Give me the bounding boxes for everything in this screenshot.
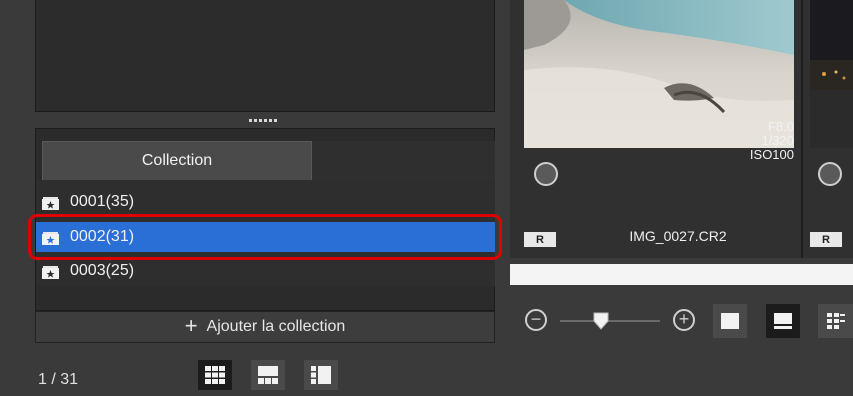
zoom-slider[interactable]: [560, 320, 660, 322]
grid-view-button[interactable]: [198, 360, 232, 390]
collection-item-label: 0003(25): [70, 262, 135, 279]
star-box-icon: [42, 197, 59, 210]
thumbnail-divider: [801, 0, 803, 258]
collection-item[interactable]: 0001(35): [36, 187, 495, 217]
thumbnail-image[interactable]: [810, 0, 853, 148]
tab-collection-label: Collection: [141, 152, 213, 169]
thumbnail-strip: [510, 264, 853, 285]
add-collection-label: Ajouter la collection: [206, 318, 346, 335]
tab-bar-empty: [312, 141, 495, 180]
tab-collection[interactable]: Collection: [42, 141, 312, 180]
thumbnail-info-button[interactable]: [766, 304, 800, 338]
thumbnail-info-icon: [774, 313, 792, 329]
aperture-value: F8.0: [767, 119, 794, 134]
preview-list-view-icon: [258, 366, 278, 384]
rating-icon[interactable]: [534, 162, 558, 186]
night-photo: [810, 0, 853, 148]
iso-value: ISO100: [749, 147, 794, 162]
collection-item[interactable]: 0003(25): [36, 256, 495, 286]
zoom-out-button[interactable]: −: [525, 309, 547, 331]
large-thumbnail-button[interactable]: [713, 304, 747, 338]
zoom-in-button[interactable]: +: [673, 309, 695, 331]
plus-circle-icon: +: [678, 309, 690, 329]
preview-list-view-button[interactable]: [251, 360, 285, 390]
page-indicator: 1 / 31: [38, 371, 79, 388]
raw-badge: R: [524, 232, 556, 247]
exif-info: F8.0 1/320 ISO100: [700, 120, 794, 162]
panel-resize-handle[interactable]: [245, 118, 281, 124]
compare-view-icon: [311, 366, 331, 384]
add-collection-button[interactable]: + Ajouter la collection: [35, 311, 495, 343]
thumbnail-filename: IMG_0027.CR2: [629, 228, 727, 244]
raw-badge: R: [810, 232, 842, 247]
slider-thumb-icon[interactable]: [593, 312, 609, 330]
large-thumbnail-icon: [721, 313, 739, 329]
selection-highlight-outline: [28, 214, 502, 260]
minus-circle-icon: −: [530, 309, 542, 329]
shutter-value: 1/320: [761, 133, 794, 148]
star-box-icon: [42, 266, 59, 279]
plus-icon: +: [184, 312, 198, 338]
compare-view-button[interactable]: [304, 360, 338, 390]
grid-view-icon: [205, 366, 225, 384]
preview-panel: [35, 0, 495, 112]
rating-icon[interactable]: [818, 162, 842, 186]
small-thumbnail-icon: [826, 313, 845, 329]
collection-item-label: 0001(35): [70, 193, 135, 210]
small-thumbnail-button[interactable]: [818, 304, 853, 338]
